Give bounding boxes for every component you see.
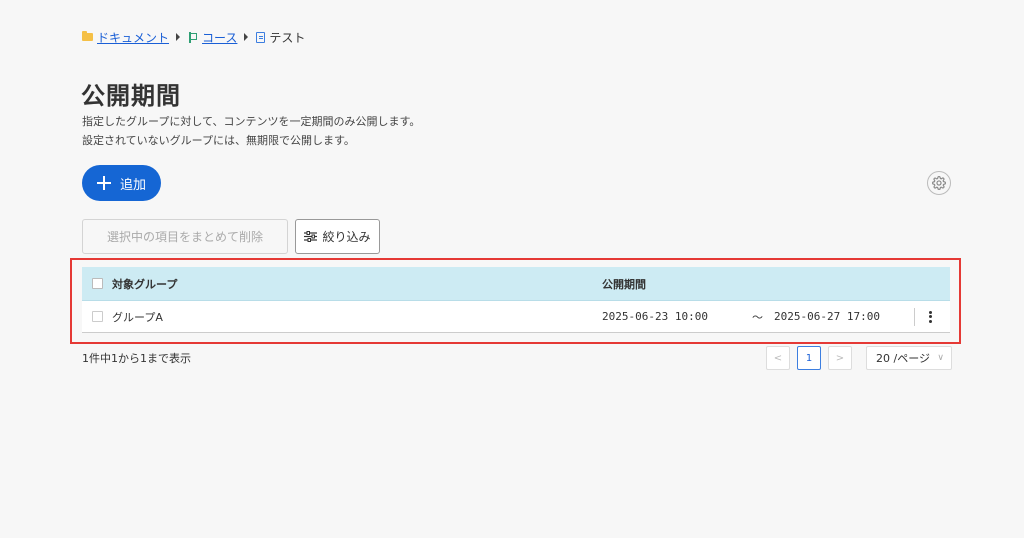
breadcrumb-item-course[interactable]: コース xyxy=(188,29,237,46)
document-icon xyxy=(256,31,266,43)
column-header-period: 公開期間 xyxy=(602,277,646,291)
page-title: 公開期間 xyxy=(81,82,181,110)
bulk-delete-button[interactable]: 選択中の項目をまとめて削除 xyxy=(82,219,288,254)
page-1-button[interactable]: 1 xyxy=(797,346,821,370)
prev-page-button[interactable]: < xyxy=(766,346,790,370)
breadcrumb-separator-icon xyxy=(176,33,181,41)
period-start: 2025-06-23 10:00 xyxy=(602,310,708,323)
add-button[interactable]: 追加 xyxy=(82,165,161,201)
result-count: 1件中1から1まで表示 xyxy=(82,352,191,365)
row-group-name: グループA xyxy=(112,310,163,324)
period-separator: ～ xyxy=(752,310,763,324)
row-divider xyxy=(914,307,915,326)
plus-icon xyxy=(96,176,111,190)
row-period: 2025-06-23 10:00 ～ 2025-06-27 17:00 xyxy=(602,307,950,326)
row-checkbox[interactable] xyxy=(91,311,103,322)
table-header: 対象グループ 公開期間 xyxy=(82,267,950,301)
page-description: 指定したグループに対して、コンテンツを一定期間のみ公開します。 設定されていない… xyxy=(82,112,420,150)
folder-icon xyxy=(82,31,93,41)
breadcrumb-item-test: テスト xyxy=(256,29,305,46)
breadcrumb-link-documents[interactable]: ドキュメント xyxy=(97,29,169,46)
sliders-icon xyxy=(304,231,318,242)
flag-icon xyxy=(188,31,198,43)
column-header-group: 対象グループ xyxy=(112,277,178,291)
filter-button[interactable]: 絞り込み xyxy=(295,219,380,254)
row-menu-icon[interactable] xyxy=(925,310,935,323)
description-line-1: 指定したグループに対して、コンテンツを一定期間のみ公開します。 xyxy=(82,115,421,128)
breadcrumb-separator-icon xyxy=(244,33,249,41)
breadcrumb-current: テスト xyxy=(269,30,306,45)
per-page-value: 20 /ページ xyxy=(876,352,930,365)
breadcrumb: ドキュメント コース テスト xyxy=(82,29,305,45)
description-line-2: 設定されていないグループには、無期限で公開します。 xyxy=(82,134,355,147)
select-all-checkbox[interactable] xyxy=(91,278,103,289)
add-button-label: 追加 xyxy=(119,177,146,193)
chevron-down-icon: ∨ xyxy=(937,353,944,363)
per-page-select[interactable]: 20 /ページ ∨ xyxy=(866,346,952,370)
period-end: 2025-06-27 17:00 xyxy=(774,310,880,323)
gear-icon xyxy=(932,176,946,190)
header-checkbox-cell xyxy=(82,278,112,289)
filter-button-label: 絞り込み xyxy=(322,230,371,244)
breadcrumb-link-course[interactable]: コース xyxy=(202,29,237,46)
breadcrumb-item-documents[interactable]: ドキュメント xyxy=(82,29,169,46)
pagination: < 1 > 20 /ページ ∨ xyxy=(766,346,952,370)
next-page-button[interactable]: > xyxy=(828,346,852,370)
settings-button[interactable] xyxy=(927,171,951,195)
table-row: グループA 2025-06-23 10:00 ～ 2025-06-27 17:0… xyxy=(82,301,950,333)
row-checkbox-cell xyxy=(82,311,112,322)
publish-period-table: 対象グループ 公開期間 グループA 2025-06-23 10:00 ～ 202… xyxy=(82,267,950,333)
